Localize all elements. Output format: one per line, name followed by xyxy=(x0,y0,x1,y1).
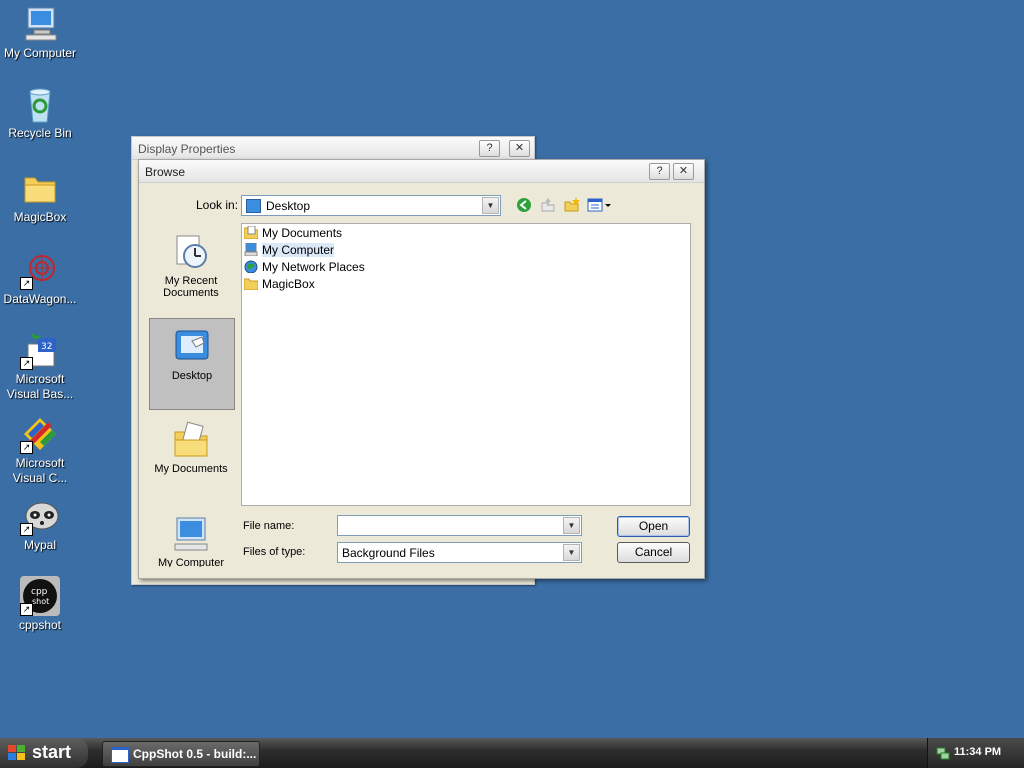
list-item[interactable]: MagicBox xyxy=(243,276,315,292)
shortcut-arrow-icon: ↗ xyxy=(20,277,33,290)
place-label: My Documents xyxy=(154,463,228,475)
shortcut-arrow-icon: ↗ xyxy=(20,523,33,536)
list-item[interactable]: My Computer xyxy=(244,242,335,258)
file-name: MagicBox xyxy=(262,277,315,291)
close-button[interactable]: ✕ xyxy=(673,163,694,180)
file-name-input[interactable]: ▼ xyxy=(337,515,582,536)
desktop-icon-label: Microsoft Visual Bas... xyxy=(6,372,74,401)
list-item[interactable]: My Network Places xyxy=(244,259,365,275)
window-title: Display Properties xyxy=(138,142,236,156)
window-title: Browse xyxy=(145,165,186,179)
visual-c-icon: ↗ xyxy=(20,414,60,454)
title-bar[interactable]: Display Properties ? ✕ xyxy=(132,137,534,160)
files-of-type-label: Files of type: xyxy=(243,546,306,558)
file-name-label: File name: xyxy=(243,520,295,532)
close-button[interactable]: ✕ xyxy=(509,140,530,157)
place-label: My Computer xyxy=(157,557,225,567)
desktop-icon-datawagon[interactable]: ↗ DataWagon... xyxy=(2,250,78,307)
place-label: Desktop xyxy=(171,370,213,382)
recycle-bin-icon xyxy=(20,84,60,124)
new-folder-button[interactable] xyxy=(563,196,581,214)
file-name: My Network Places xyxy=(262,260,365,274)
desktop-icon-my-computer[interactable]: My Computer xyxy=(2,4,78,61)
clock[interactable]: 11:34 PM xyxy=(954,746,1001,758)
file-name: My Computer xyxy=(262,243,335,257)
back-button[interactable] xyxy=(515,196,533,214)
start-button[interactable]: start xyxy=(0,738,88,768)
desktop-icon-magicbox[interactable]: MagicBox xyxy=(2,168,78,225)
desktop-icon-mypal[interactable]: ↗ Mypal xyxy=(2,496,78,553)
place-my-documents[interactable]: My Documents xyxy=(149,412,233,502)
cancel-button[interactable]: Cancel xyxy=(617,542,690,563)
desktop-icon-recycle-bin[interactable]: Recycle Bin xyxy=(2,84,78,141)
desktop-icon-label: Recycle Bin xyxy=(8,126,72,140)
files-of-type-dropdown[interactable]: Background Files ▼ xyxy=(337,542,582,563)
file-list[interactable]: My Documents My Computer My Network Plac… xyxy=(241,223,691,506)
place-my-recent-documents[interactable]: My Recent Documents xyxy=(149,224,233,314)
desktop-icon-label: DataWagon... xyxy=(3,292,77,306)
chevron-down-icon[interactable]: ▼ xyxy=(563,517,580,534)
look-in-dropdown[interactable]: Desktop ▼ xyxy=(241,195,501,216)
chevron-down-icon[interactable]: ▼ xyxy=(563,544,580,561)
look-in-value: Desktop xyxy=(266,199,311,213)
taskbar: start CppShot 0.5 - build:... 11:34 PM xyxy=(0,738,1024,768)
desktop-icon-label: Microsoft Visual C... xyxy=(12,456,68,485)
places-bar: My Recent Documents Desktop My Documents… xyxy=(147,222,237,567)
desktop-icon-label: cppshot xyxy=(18,618,62,632)
desktop-icon-visual-c[interactable]: ↗ Microsoft Visual C... xyxy=(2,414,78,486)
list-item[interactable]: My Documents xyxy=(243,225,343,241)
desktop-icon-label: MagicBox xyxy=(13,210,67,224)
shortcut-arrow-icon: ↗ xyxy=(20,357,33,370)
files-of-type-value: Background Files xyxy=(342,546,435,560)
recent-documents-icon xyxy=(171,232,211,272)
network-places-icon xyxy=(244,260,258,274)
my-documents-icon xyxy=(243,225,259,240)
desktop-icon-cppshot[interactable]: cpp shot ↗ cppshot xyxy=(2,576,78,633)
shortcut-arrow-icon: ↗ xyxy=(20,603,33,616)
window-icon xyxy=(111,747,129,763)
computer-icon xyxy=(20,4,60,44)
shortcut-arrow-icon: ↗ xyxy=(20,441,33,454)
desktop-icon-label: Mypal xyxy=(23,538,56,552)
task-label: CppShot 0.5 - build:... xyxy=(133,747,257,761)
my-documents-icon xyxy=(171,420,211,460)
browse-dialog[interactable]: Browse ? ✕ Look in: Desktop ▼ My Recent … xyxy=(138,159,705,579)
visual-basic-icon: 32 ↗ xyxy=(20,330,60,370)
chevron-down-icon[interactable]: ▼ xyxy=(482,197,499,214)
up-folder-button[interactable] xyxy=(539,196,557,214)
view-menu-button[interactable] xyxy=(587,196,613,214)
raccoon-icon: ↗ xyxy=(20,496,60,536)
place-my-computer[interactable]: My Computer xyxy=(149,506,233,567)
network-tray-icon[interactable] xyxy=(936,746,950,763)
look-in-label: Look in: xyxy=(196,198,239,212)
computer-icon xyxy=(244,242,258,257)
file-name: My Documents xyxy=(262,226,343,240)
taskbar-item-cppshot[interactable]: CppShot 0.5 - build:... xyxy=(102,741,260,767)
svg-text:cpp: cpp xyxy=(31,587,48,597)
svg-text:32: 32 xyxy=(41,342,52,352)
desktop-icon-label: My Computer xyxy=(3,46,77,60)
computer-icon xyxy=(171,514,211,554)
cppshot-icon: cpp shot ↗ xyxy=(20,576,60,616)
datawagon-icon: ↗ xyxy=(20,250,60,290)
place-label: My Recent Documents xyxy=(163,275,219,299)
start-label: start xyxy=(32,742,72,762)
help-button[interactable]: ? xyxy=(649,163,670,180)
folder-icon xyxy=(243,277,259,291)
title-bar[interactable]: Browse ? ✕ xyxy=(139,160,704,183)
folder-icon xyxy=(20,168,60,208)
open-button[interactable]: Open xyxy=(617,516,690,537)
desktop-icon-visual-basic[interactable]: 32 ↗ Microsoft Visual Bas... xyxy=(2,330,78,402)
svg-text:shot: shot xyxy=(32,597,49,606)
desktop-icon xyxy=(246,199,261,213)
desktop-icon xyxy=(172,327,212,367)
windows-logo-icon xyxy=(8,745,26,766)
place-desktop[interactable]: Desktop xyxy=(149,318,235,410)
help-button[interactable]: ? xyxy=(479,140,500,157)
system-tray: 11:34 PM xyxy=(927,738,1024,768)
